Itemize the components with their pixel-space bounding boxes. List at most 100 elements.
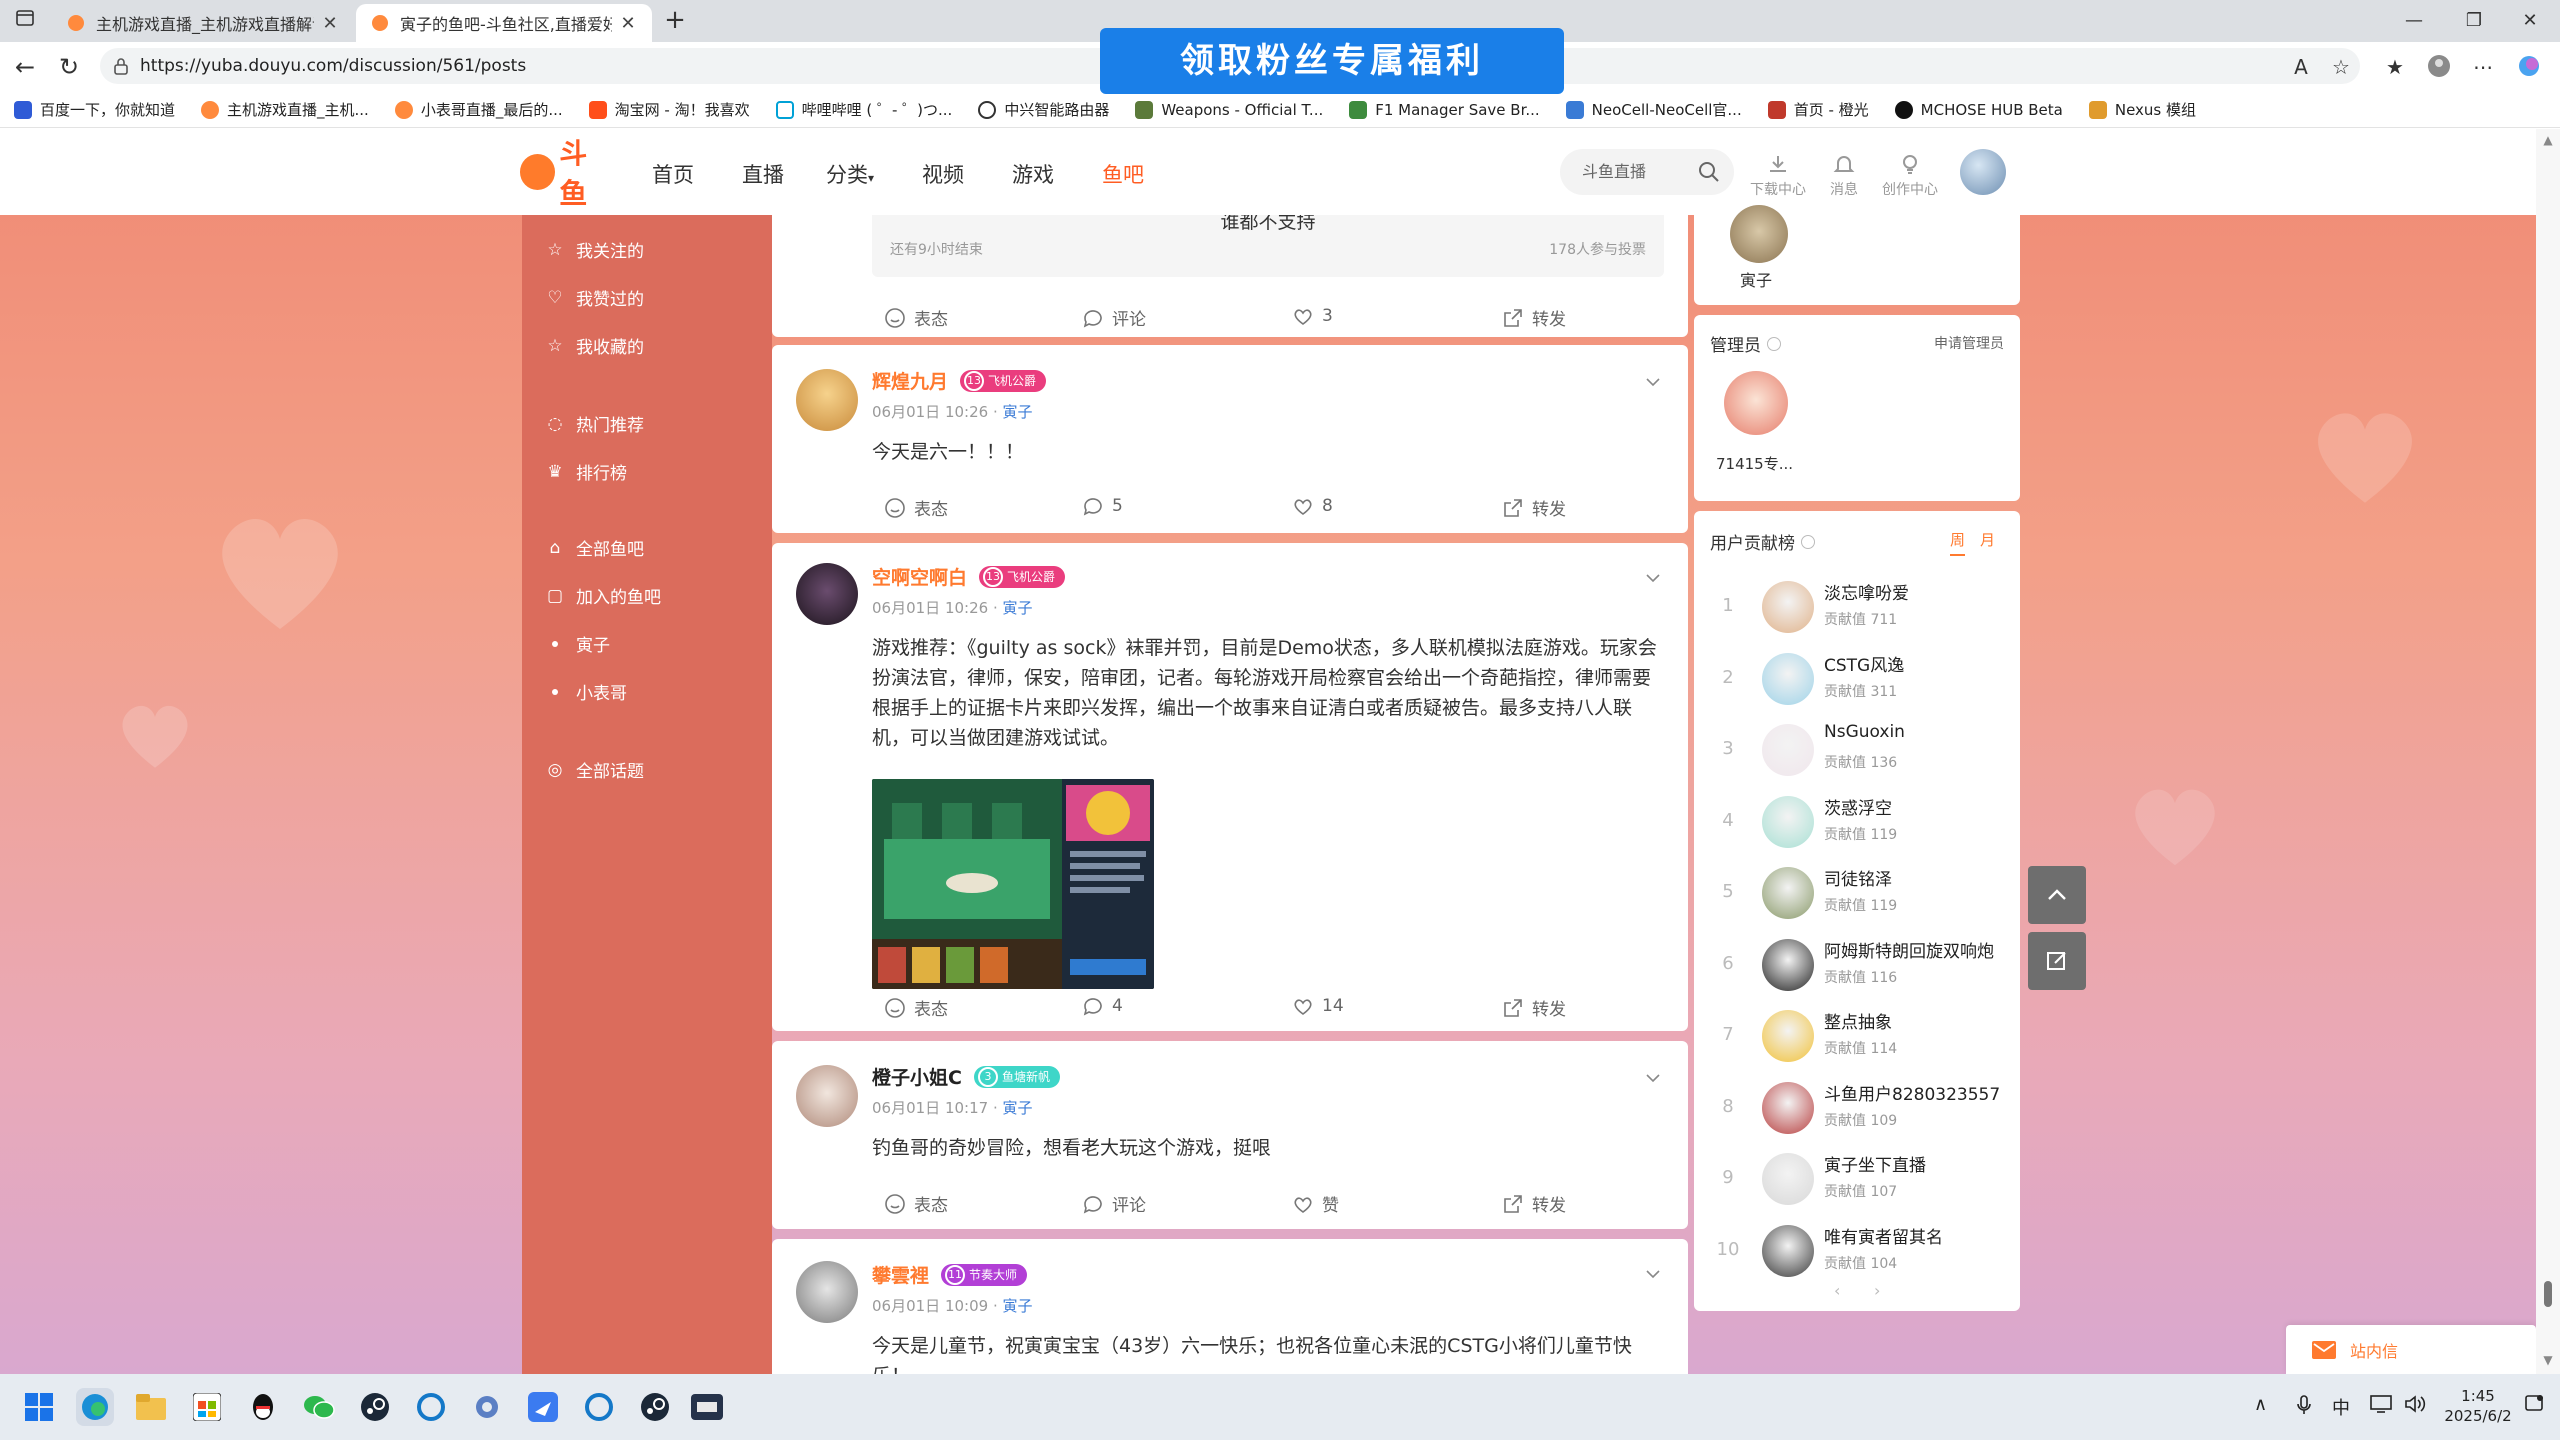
tab-close-icon[interactable]: ✕ bbox=[618, 13, 638, 34]
ranking-user-avatar[interactable] bbox=[1762, 938, 1814, 991]
tab-month[interactable]: 月 bbox=[1980, 529, 1995, 550]
ranking-user-name[interactable]: 斗鱼用户8280323557 bbox=[1824, 1080, 2000, 1105]
bookmark[interactable]: Nexus 模组 bbox=[2088, 99, 2196, 120]
apply-admin-link[interactable]: 申请管理员 bbox=[1934, 333, 2004, 353]
tab-actions-icon[interactable] bbox=[12, 8, 38, 34]
nav-category[interactable]: 分类▾ bbox=[826, 159, 874, 189]
restore-icon[interactable]: ❐ bbox=[2444, 6, 2504, 36]
author-avatar[interactable] bbox=[796, 563, 858, 625]
like-button[interactable]: 8 bbox=[1292, 495, 1333, 517]
react-button[interactable]: 表态 bbox=[884, 995, 948, 1020]
comment-button[interactable]: 4 bbox=[1082, 995, 1123, 1017]
system-clock[interactable]: 1:45 2025/6/2 bbox=[2440, 1386, 2516, 1426]
ime-indicator[interactable]: 中 bbox=[2332, 1394, 2350, 1420]
author-name[interactable]: 辉煌九月 13 飞机公爵 bbox=[872, 367, 1047, 394]
bookmark[interactable]: 淘宝网 - 淘！我喜欢 bbox=[588, 99, 750, 120]
tray-overflow-icon[interactable]: ∧ bbox=[2254, 1394, 2267, 1415]
nav-home[interactable]: 首页 bbox=[652, 159, 694, 189]
ranking-row[interactable]: 10 唯有寅者留其名 贡献值 104 bbox=[1694, 1215, 2020, 1287]
app-ring-icon[interactable] bbox=[580, 1388, 618, 1426]
ranking-row[interactable]: 4 茨惑浮空 贡献值 119 bbox=[1694, 786, 2020, 858]
ranking-row[interactable]: 5 司徒铭泽 贡献值 119 bbox=[1694, 857, 2020, 929]
ranking-row[interactable]: 9 寅子坐下直播 贡献值 107 bbox=[1694, 1143, 2020, 1215]
favorites-icon[interactable]: ★ bbox=[2382, 54, 2408, 80]
qq-icon[interactable] bbox=[244, 1388, 282, 1426]
wechat-icon[interactable] bbox=[300, 1388, 338, 1426]
author-avatar[interactable] bbox=[796, 369, 858, 431]
author-avatar[interactable] bbox=[796, 1261, 858, 1323]
scroll-up-icon[interactable]: ▲ bbox=[2542, 133, 2554, 147]
scroll-down-icon[interactable]: ▼ bbox=[2542, 1353, 2554, 1367]
network-icon[interactable] bbox=[2370, 1394, 2392, 1419]
edge-taskbar-icon[interactable] bbox=[76, 1388, 114, 1426]
author-avatar[interactable] bbox=[796, 1065, 858, 1127]
ranking-user-avatar[interactable] bbox=[1762, 1081, 1814, 1134]
ranking-user-name[interactable]: 司徒铭泽 bbox=[1824, 865, 1892, 890]
react-button[interactable]: 表态 bbox=[884, 495, 948, 520]
browser-tab[interactable]: 主机游戏直播_主机游戏直播解说i ✕ bbox=[52, 4, 354, 42]
bookmark[interactable]: 中兴智能路由器 bbox=[978, 99, 1109, 120]
member-name[interactable]: 寅子 bbox=[1740, 267, 1772, 291]
author-name[interactable]: 攀雲裡 11 节奏大师 bbox=[872, 1261, 1028, 1288]
react-button[interactable]: 表态 bbox=[884, 1191, 948, 1216]
bookmark[interactable]: 首页 - 橙光 bbox=[1767, 99, 1869, 120]
browser-tab-active[interactable]: 寅子的鱼吧-斗鱼社区,直播爱好者 ✕ bbox=[356, 4, 652, 42]
new-tab-icon[interactable]: + bbox=[660, 6, 690, 36]
bookmark[interactable]: 主机游戏直播_主机... bbox=[201, 99, 369, 120]
comment-button[interactable]: 评论 bbox=[1082, 305, 1146, 330]
sidebar-item-xiaobiaoge[interactable]: 小表哥 bbox=[546, 679, 627, 704]
inbox-bar[interactable]: 站内信 bbox=[2286, 1325, 2536, 1374]
read-aloud-icon[interactable]: A bbox=[2288, 54, 2314, 80]
nav-live[interactable]: 直播 bbox=[742, 159, 784, 189]
bookmark[interactable]: 小表哥直播_最后的... bbox=[394, 99, 563, 120]
ranking-user-name[interactable]: 茨惑浮空 bbox=[1824, 794, 1892, 819]
chevron-down-icon[interactable] bbox=[1644, 569, 1662, 587]
ranking-user-name[interactable]: 唯有寅者留其名 bbox=[1824, 1223, 1943, 1248]
nav-games[interactable]: 游戏 bbox=[1012, 159, 1054, 189]
favorite-star-icon[interactable]: ☆ bbox=[2328, 54, 2354, 80]
author-name[interactable]: 空啊空啊白 13 飞机公爵 bbox=[872, 563, 1066, 590]
sidebar-item-joined[interactable]: ▢ 加入的鱼吧 bbox=[546, 583, 661, 609]
feishu-icon[interactable] bbox=[524, 1388, 562, 1426]
ranking-user-name[interactable]: NsGuoxin bbox=[1824, 722, 1905, 742]
ranking-prev-icon[interactable]: ‹ bbox=[1834, 1281, 1840, 1300]
douyu-logo[interactable]: 斗鱼 bbox=[520, 137, 616, 210]
sidebar-item-all-yuba[interactable]: ⌂ 全部鱼吧 bbox=[546, 535, 644, 561]
ranking-user-name[interactable]: 寅子坐下直播 bbox=[1824, 1151, 1926, 1176]
creator-center-button[interactable]: 创作中心 bbox=[1880, 151, 1940, 199]
store-icon[interactable] bbox=[188, 1388, 226, 1426]
ranking-user-avatar[interactable] bbox=[1762, 1224, 1814, 1277]
scrollbar-thumb[interactable] bbox=[2544, 1281, 2552, 1307]
bookmark[interactable]: Weapons - Official T... bbox=[1135, 100, 1323, 119]
chevron-down-icon[interactable] bbox=[1644, 1265, 1662, 1283]
notification-icon[interactable] bbox=[2524, 1394, 2544, 1419]
help-icon[interactable] bbox=[1767, 336, 1781, 351]
messages-button[interactable]: 消息 bbox=[1814, 151, 1874, 199]
ranking-row[interactable]: 8 斗鱼用户8280323557 贡献值 109 bbox=[1694, 1072, 2020, 1144]
author-name[interactable]: 橙子小姐C 3 鱼塘新帆 bbox=[872, 1063, 1060, 1090]
minimize-icon[interactable]: — bbox=[2384, 6, 2444, 36]
like-button[interactable]: 14 bbox=[1292, 995, 1344, 1017]
ranking-row[interactable]: 3 NsGuoxin 贡献值 136 bbox=[1694, 714, 2020, 786]
back-to-top-button[interactable] bbox=[2028, 866, 2086, 924]
refresh-icon[interactable]: ↻ bbox=[54, 52, 84, 82]
tab-close-icon[interactable]: ✕ bbox=[320, 13, 340, 34]
tab-week[interactable]: 周 bbox=[1950, 529, 1966, 556]
nav-yuba[interactable]: 鱼吧 bbox=[1102, 159, 1144, 189]
poll-option[interactable]: 谁都不支持 bbox=[872, 215, 1664, 234]
admin-name[interactable]: 71415专... bbox=[1716, 453, 1793, 474]
windows-start-icon[interactable] bbox=[20, 1388, 58, 1426]
file-explorer-icon[interactable] bbox=[132, 1388, 170, 1426]
compose-post-button[interactable] bbox=[2028, 932, 2086, 990]
rm-app-icon[interactable] bbox=[688, 1388, 726, 1426]
member-avatar[interactable] bbox=[1730, 205, 1788, 263]
bookmark[interactable]: NeoCell-NeoCell官... bbox=[1565, 99, 1742, 120]
sidebar-item-yinzi[interactable]: 寅子 bbox=[546, 631, 610, 656]
fans-benefit-banner[interactable]: 领取粉丝专属福利 bbox=[1100, 28, 1564, 94]
microphone-icon[interactable] bbox=[2296, 1394, 2312, 1421]
ranking-user-avatar[interactable] bbox=[1762, 795, 1814, 848]
steam-icon[interactable] bbox=[356, 1388, 394, 1426]
comment-button[interactable]: 5 bbox=[1082, 495, 1123, 517]
like-button[interactable]: 3 bbox=[1292, 305, 1333, 327]
gear-app-icon[interactable] bbox=[468, 1388, 506, 1426]
